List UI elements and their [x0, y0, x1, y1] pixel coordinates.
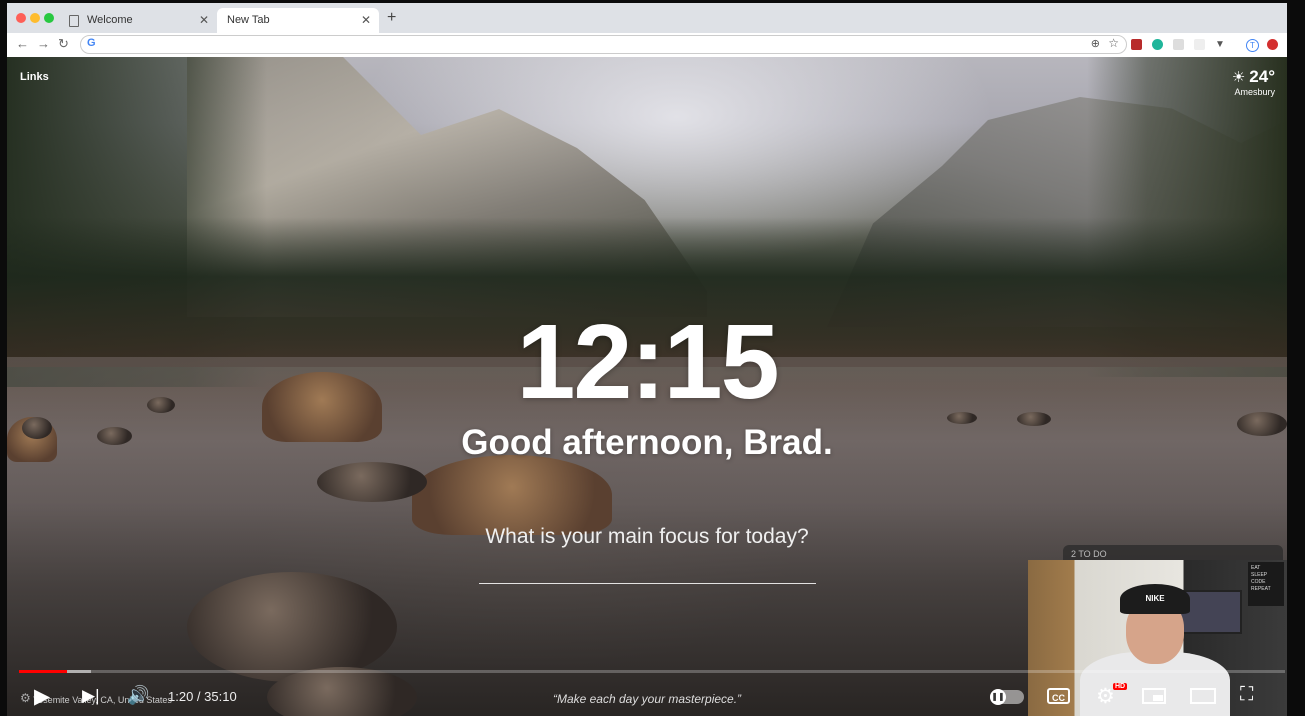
- sun-icon: ☀: [1231, 69, 1246, 86]
- extension-vuetools-icon[interactable]: ▼: [1215, 39, 1226, 50]
- focus-input[interactable]: [479, 557, 820, 585]
- focus-underline: [479, 583, 816, 584]
- close-window-icon[interactable]: [16, 13, 26, 23]
- tab-new-tab[interactable]: New Tab ✕: [217, 8, 379, 33]
- background-rock: [317, 462, 427, 502]
- weather-city: Amesbury: [1234, 87, 1275, 97]
- video-frame: Welcome ✕ New Tab ✕ + ← → ↻ G ⊕ ☆ ▼ T Li…: [0, 0, 1305, 716]
- pause-icon: ❚❚: [990, 689, 1006, 705]
- weather-temperature: 24°: [1249, 67, 1275, 86]
- browser-toolbar: ← → ↻ G ⊕ ☆ ▼ T: [7, 33, 1287, 58]
- tab-strip: Welcome ✕ New Tab ✕ +: [7, 3, 1287, 33]
- webcam-poster: EAT SLEEP CODE REPEAT: [1248, 562, 1284, 606]
- autoplay-toggle[interactable]: ❚❚: [990, 689, 1024, 705]
- extension-blank-icon[interactable]: [1173, 39, 1184, 50]
- poster-line: CODE: [1251, 579, 1266, 585]
- captions-button[interactable]: CC: [1047, 688, 1070, 704]
- hd-badge: HD: [1113, 683, 1128, 690]
- tab-title: Welcome: [87, 14, 133, 26]
- background-rock: [187, 572, 397, 682]
- volume-icon[interactable]: 🔊: [127, 685, 149, 706]
- webcam-presenter-cap: NIKE: [1120, 584, 1190, 614]
- tab-welcome[interactable]: Welcome ✕: [57, 8, 217, 33]
- video-time: 1:20 / 35:10: [168, 689, 237, 704]
- address-bar[interactable]: G ⊕ ☆: [80, 35, 1127, 54]
- theater-mode-icon[interactable]: [1190, 688, 1216, 704]
- next-video-icon[interactable]: ▶|: [82, 686, 100, 706]
- extension-puzzle-icon[interactable]: [1194, 39, 1205, 50]
- background-grass: [412, 455, 612, 535]
- video-progress-bar[interactable]: [19, 670, 1285, 673]
- play-icon[interactable]: ▶: [34, 684, 50, 709]
- back-icon[interactable]: ←: [16, 36, 29, 51]
- extension-m-icon[interactable]: [1152, 39, 1163, 50]
- poster-line: REPEAT: [1251, 586, 1271, 592]
- poster-line: EAT: [1251, 565, 1261, 571]
- photo-settings-icon[interactable]: ⚙: [20, 691, 31, 705]
- miniplayer-icon[interactable]: [1142, 688, 1166, 704]
- weather-widget[interactable]: ☀ 24° Amesbury: [1232, 67, 1275, 97]
- links-button[interactable]: Links: [20, 71, 49, 83]
- minimize-window-icon[interactable]: [30, 13, 40, 23]
- page-icon: [69, 15, 79, 27]
- reload-icon[interactable]: ↻: [58, 36, 69, 52]
- close-tab-icon[interactable]: ✕: [361, 8, 371, 33]
- bookmark-star-icon[interactable]: ☆: [1108, 36, 1119, 50]
- extension-red-icon[interactable]: [1267, 39, 1278, 50]
- clock: 12:15: [516, 303, 779, 421]
- fullscreen-icon[interactable]: ⛶: [1240, 684, 1253, 706]
- tab-title: New Tab: [227, 14, 270, 26]
- forward-icon[interactable]: →: [37, 36, 50, 51]
- google-icon: G: [87, 37, 96, 49]
- greeting: Good afternoon, Brad.: [461, 423, 833, 462]
- maximize-window-icon[interactable]: [44, 13, 54, 23]
- poster-line: SLEEP: [1251, 572, 1268, 578]
- extension-chart-icon[interactable]: [1131, 39, 1142, 50]
- extension-t-icon[interactable]: T: [1246, 39, 1259, 52]
- settings-gear-icon[interactable]: ⚙: [1096, 684, 1115, 709]
- close-tab-icon[interactable]: ✕: [199, 8, 209, 33]
- location-target-icon[interactable]: ⊕: [1091, 37, 1100, 50]
- video-progress-played: [19, 670, 67, 673]
- new-tab-button[interactable]: +: [387, 9, 396, 27]
